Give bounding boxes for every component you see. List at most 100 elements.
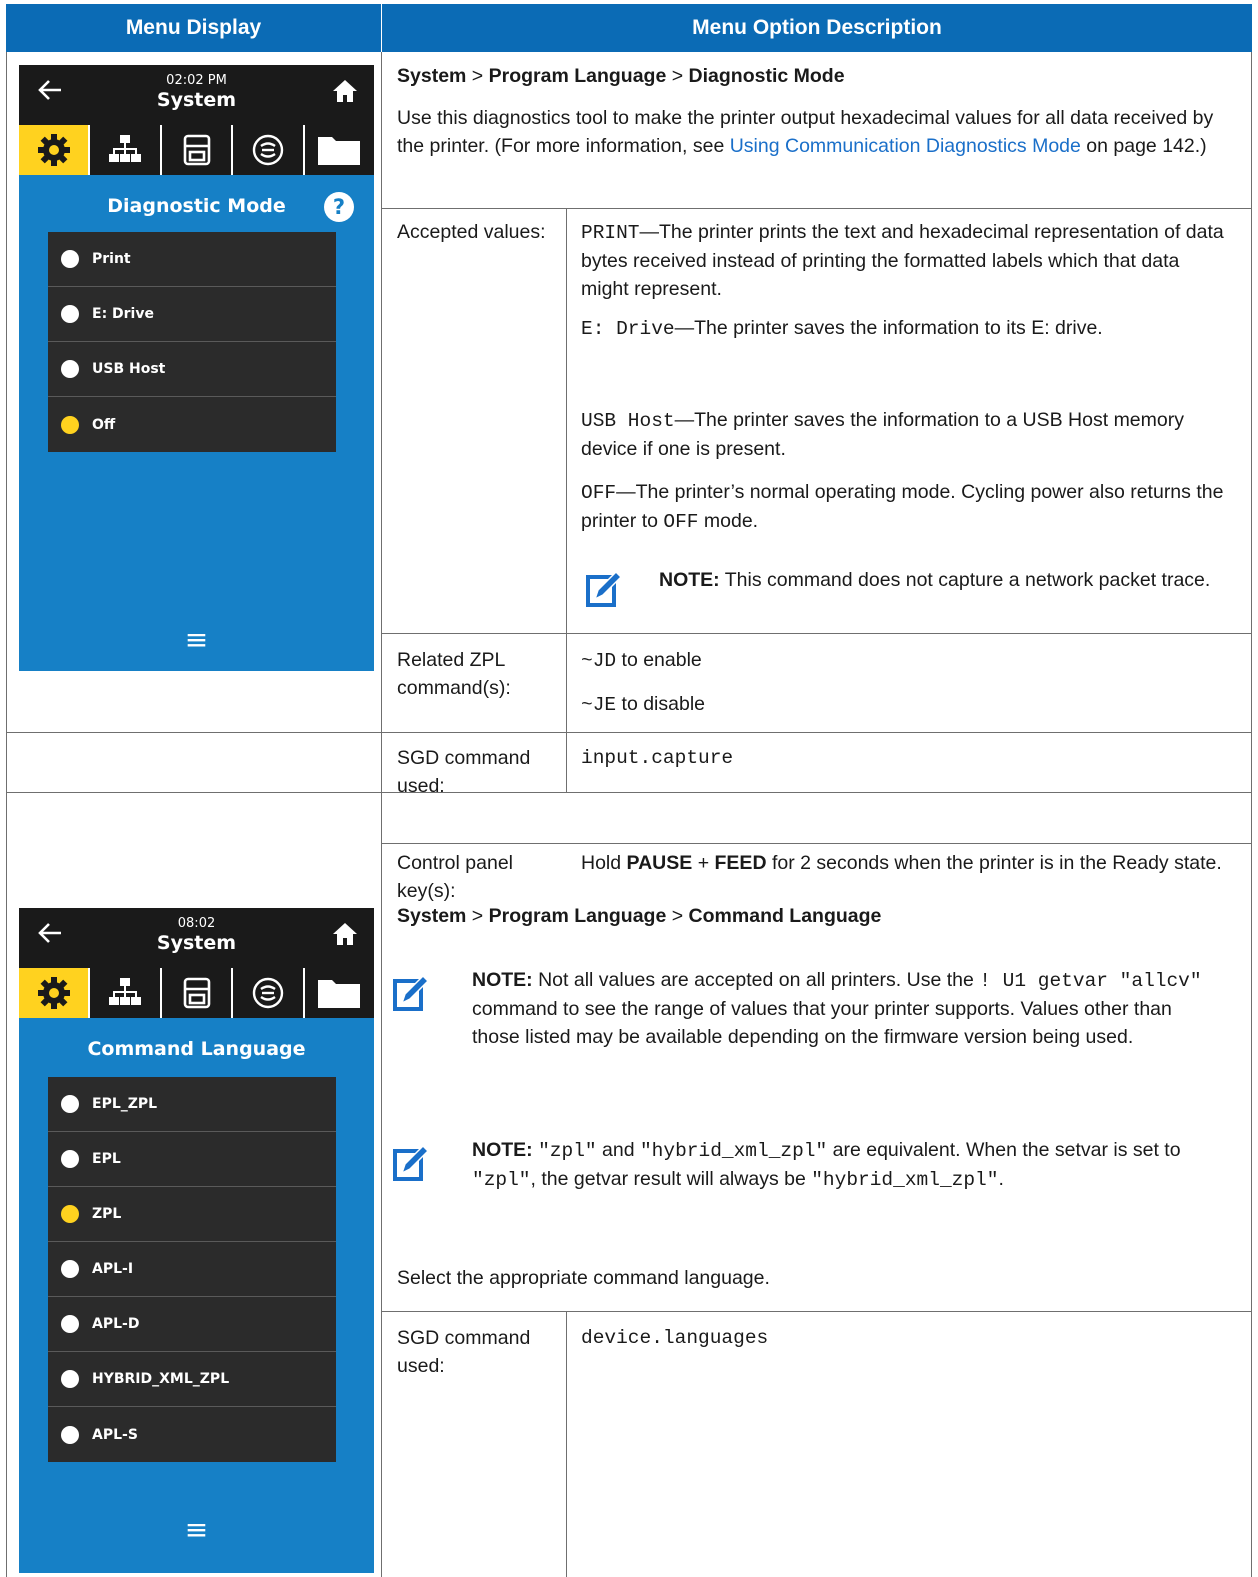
menu-path: System > Program Language > Diagnostic M… <box>397 65 845 87</box>
accepted-values-label: Accepted values: <box>397 221 546 243</box>
option-label: APL-D <box>92 1316 140 1332</box>
value-usb-host: USB Host—The printer saves the informati… <box>581 409 1184 460</box>
option-list: Print E: Drive USB Host Off <box>48 232 336 452</box>
value-print: PRINT—The printer prints the text and he… <box>581 221 1224 300</box>
rfid-icon <box>252 977 284 1009</box>
radio-icon <box>61 250 79 268</box>
radio-icon <box>61 1315 79 1333</box>
tab-storage[interactable] <box>302 968 374 1018</box>
select-instruction: Select the appropriate command language. <box>397 1267 770 1289</box>
radio-icon <box>61 305 79 323</box>
option-apl-d[interactable]: APL-D <box>48 1297 336 1352</box>
network-icon <box>109 978 142 1005</box>
radio-icon <box>61 1260 79 1278</box>
radio-selected-icon <box>61 1205 79 1223</box>
screen-title: System <box>156 89 237 111</box>
tab-storage[interactable] <box>302 125 374 175</box>
option-epl-zpl[interactable]: EPL_ZPL <box>48 1077 336 1132</box>
control-panel-label: Control panel key(s): <box>397 852 513 902</box>
sgd-label: SGD command used: <box>397 747 531 797</box>
tab-settings[interactable] <box>19 125 89 175</box>
option-label: Off <box>92 416 116 433</box>
option-label: EPL_ZPL <box>92 1096 158 1112</box>
menu-title: Diagnostic Mode <box>107 195 286 217</box>
tab-print[interactable] <box>159 968 231 1018</box>
printer-icon <box>183 977 210 1009</box>
related-zpl-label: Related ZPL command(s): <box>397 649 511 699</box>
screen-time: 08:02 <box>177 916 216 931</box>
sgd-value: device.languages <box>581 1327 769 1349</box>
option-e-drive[interactable]: E: Drive <box>48 287 336 342</box>
tab-network[interactable] <box>88 125 159 175</box>
zpl-enable: ~JD to enable <box>581 649 702 672</box>
option-label: HYBRID_XML_ZPL <box>92 1371 230 1387</box>
home-icon[interactable] <box>332 922 358 946</box>
rfid-icon <box>252 134 284 166</box>
option-usb-host[interactable]: USB Host <box>48 342 336 397</box>
radio-icon <box>61 1425 79 1444</box>
menu-path: System > Program Language > Command Lang… <box>397 905 882 927</box>
gear-icon <box>37 134 70 166</box>
gear-icon <box>37 977 70 1009</box>
option-label: Print <box>92 251 131 267</box>
sgd-label: SGD command used: <box>397 1327 531 1377</box>
tab-rfid[interactable] <box>231 125 302 175</box>
option-apl-s[interactable]: APL-S <box>48 1407 336 1462</box>
option-label: APL-S <box>92 1426 138 1443</box>
screen-top-bar: 08:02 System <box>19 908 374 968</box>
option-label: APL-I <box>92 1261 134 1277</box>
option-apl-i[interactable]: APL-I <box>48 1242 336 1297</box>
help-icon[interactable]: ? <box>324 192 354 222</box>
radio-selected-icon <box>61 415 79 434</box>
value-e-drive: E: Drive—The printer saves the informati… <box>581 317 1103 340</box>
printer-screen-command-language: 08:02 System Command Language EPL_ZPL EP… <box>19 908 374 1573</box>
note-icon <box>586 570 621 607</box>
zpl-disable: ~JE to disable <box>581 693 706 716</box>
hamburger-menu-icon[interactable]: ≡ <box>19 623 374 656</box>
option-off[interactable]: Off <box>48 397 336 452</box>
printer-icon <box>183 134 210 166</box>
screen-title: System <box>156 932 237 954</box>
screen-tab-bar <box>19 125 374 175</box>
tab-settings[interactable] <box>19 968 89 1018</box>
value-off: OFF—The printer’s normal operating mode.… <box>581 481 1224 533</box>
radio-icon <box>61 360 79 378</box>
note: NOTE: This command does not capture a ne… <box>659 569 1211 591</box>
radio-icon <box>61 1150 79 1168</box>
folder-icon <box>318 137 361 165</box>
network-icon <box>109 135 142 162</box>
option-epl[interactable]: EPL <box>48 1132 336 1187</box>
screen-time: 02:02 PM <box>166 73 227 88</box>
menu-title: Command Language <box>87 1038 306 1060</box>
option-zpl[interactable]: ZPL <box>48 1187 336 1242</box>
option-label: E: Drive <box>92 306 154 322</box>
control-panel-keys: Hold PAUSE + FEED for 2 seconds when the… <box>581 852 1222 874</box>
home-icon[interactable] <box>332 79 358 103</box>
radio-icon <box>61 1095 79 1113</box>
hamburger-menu-icon[interactable]: ≡ <box>19 1513 374 1546</box>
note-2: NOTE: "zpl" and "hybrid_xml_zpl" are equ… <box>472 1139 1181 1191</box>
note-icon <box>393 1144 428 1181</box>
option-print[interactable]: Print <box>48 232 336 287</box>
tab-network[interactable] <box>88 968 159 1018</box>
option-label: USB Host <box>92 361 166 377</box>
description: Use this diagnostics tool to make the pr… <box>397 107 1214 157</box>
header-menu-display: Menu Display <box>6 4 381 52</box>
option-list: EPL_ZPL EPL ZPL APL-I APL-D HYBRID_XML_Z… <box>48 1077 336 1462</box>
option-label: EPL <box>92 1151 121 1167</box>
tab-print[interactable] <box>159 125 231 175</box>
note-1: NOTE: Not all values are accepted on all… <box>472 969 1202 1048</box>
option-label: ZPL <box>92 1206 122 1222</box>
option-hybrid-xml-zpl[interactable]: HYBRID_XML_ZPL <box>48 1352 336 1407</box>
tab-rfid[interactable] <box>231 968 302 1018</box>
folder-icon <box>318 980 361 1008</box>
printer-screen-diagnostic-mode: 02:02 PM System Diagnostic Mode ? Print … <box>19 65 374 671</box>
sgd-value: input.capture <box>581 747 734 769</box>
cross-reference-link[interactable]: Using Communication Diagnostics Mode <box>730 135 1081 157</box>
screen-top-bar: 02:02 PM System <box>19 65 374 125</box>
header-menu-option-description: Menu Option Description <box>382 4 1252 52</box>
screen-tab-bar <box>19 968 374 1018</box>
documentation-table: Menu Display Menu Option Description 02:… <box>6 4 1252 1577</box>
note-icon <box>393 974 428 1011</box>
radio-icon <box>61 1370 79 1388</box>
